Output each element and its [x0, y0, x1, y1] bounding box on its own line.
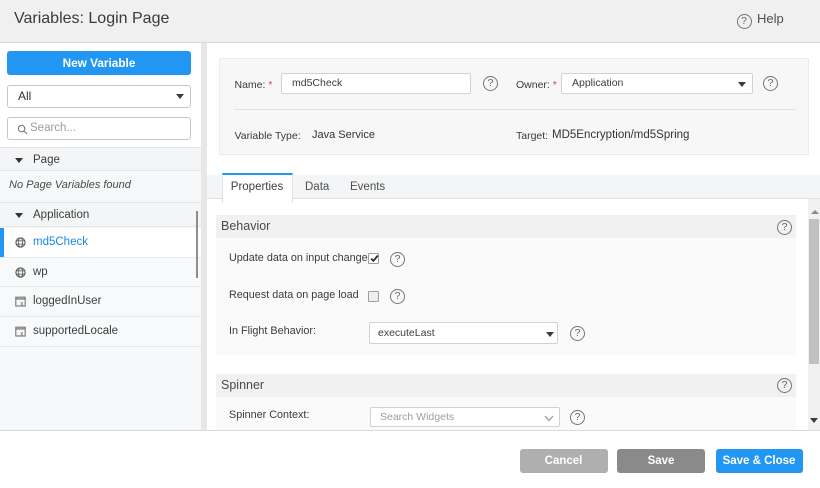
svg-text:x: x	[20, 301, 23, 307]
svg-text:x: x	[20, 331, 23, 337]
